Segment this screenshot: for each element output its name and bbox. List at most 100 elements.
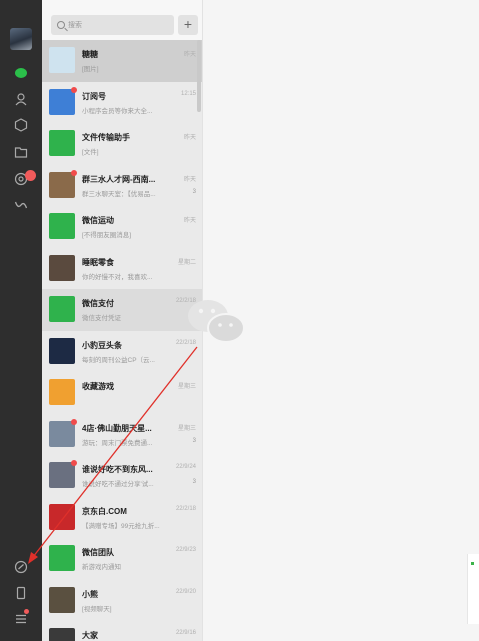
chat-time: 星期三 [177, 384, 196, 390]
chat-avatar [49, 254, 75, 281]
icon-rail [0, 0, 42, 641]
wechat-logo-icon [188, 300, 245, 343]
chat-name: 京东白.COM [82, 506, 127, 516]
chat-row[interactable]: 小豹豆头条 每刻的周刊公益CP（云... 22/2/18 [42, 331, 202, 373]
phone-icon[interactable] [14, 586, 28, 600]
scrollbar[interactable] [197, 40, 201, 112]
chat-time: 昨天 [183, 176, 196, 183]
chat-time: 22/9/23 [175, 547, 196, 553]
chat-time: 22/9/16 [175, 630, 196, 636]
chat-name: 大家 [82, 631, 98, 640]
chat-avatar [49, 628, 75, 641]
chat-avatar [49, 586, 75, 613]
chat-preview: [视频聊天] [82, 605, 112, 613]
chat-icon[interactable] [14, 66, 28, 80]
chat-time: 22/9/20 [175, 588, 196, 595]
chat-list-panel: 搜索 + 糖糖 [图片] 昨天 订阅号 小程序会员等你来大全... 12:15 文件传输助手… [42, 0, 202, 641]
chat-name: 微信团队 [82, 548, 114, 557]
search-input[interactable]: 搜索 [51, 15, 174, 35]
chat-time: 昨天 [183, 135, 196, 141]
chat-row[interactable]: 微信支付微信支付凭证22/2/183 [42, 289, 202, 331]
chat-row[interactable]: 微信团队新游戏内通知 22/9/23 [42, 538, 202, 580]
unread-dot [71, 460, 77, 466]
unread-dot [71, 169, 77, 176]
chat-row[interactable]: 糖糖 [图片] 昨天 [42, 40, 202, 82]
chat-preview: [不得朋友圈消息] [82, 232, 132, 239]
unread-dot [71, 86, 77, 93]
chat-avatar [49, 213, 75, 239]
chat-name: 谁说好吃不到东风... [82, 465, 153, 474]
chat-row[interactable]: 订阅号小程序会员等你来大全... 12:15 [42, 82, 202, 124]
chat-mention-count: 3 [192, 479, 196, 485]
chat-preview: 小程序会员等你来大全... [82, 107, 153, 115]
menu-icon[interactable] [14, 612, 28, 626]
chat-name: 糖糖 [82, 50, 98, 59]
chat-preview: 群三水聊天室：【优易品... [82, 190, 156, 198]
chat-avatar [49, 296, 75, 322]
chat-time: 昨天 [183, 52, 196, 58]
chat-name: 睡眠零食 [82, 257, 114, 267]
chat-time: 22/9/24 [175, 464, 196, 470]
chat-row[interactable]: 京东白.COM 【满赠专场】99元抢九折... 22/2/18 [42, 497, 202, 539]
chat-avatar [49, 337, 75, 364]
chat-row[interactable]: 群三水人才网-西南... 群三水聊天室：【优易品... 昨天 3 [42, 165, 202, 207]
favorites-icon[interactable] [14, 118, 28, 132]
chat-preview: 游玩：周末门票免费通... [82, 439, 153, 447]
search-icon [57, 21, 65, 29]
chat-name: 订阅号 [82, 91, 106, 101]
chat-preview: 每刻的周刊公益CP（云... [82, 356, 155, 364]
chat-name: 微信支付 [82, 299, 114, 308]
contacts-icon[interactable] [14, 92, 28, 106]
chat-avatar [49, 462, 75, 488]
chat-avatar [49, 545, 75, 571]
search-row: 搜索 + [42, 0, 202, 40]
folder-icon[interactable] [14, 145, 28, 159]
chat-name: 群三水人才网-西南... [82, 174, 156, 184]
chat-preview: 你的好慢不对，我喜欢... [82, 273, 153, 281]
chat-list: 糖糖 [图片] 昨天 订阅号 小程序会员等你来大全... 12:15 文件传输助手 [文件] 昨… [42, 40, 202, 641]
chat-preview: [文件] [82, 149, 99, 156]
chat-time: 22/2/18 [175, 505, 196, 512]
chat-name: 收藏游戏 [82, 382, 114, 391]
chat-preview: [图片] [82, 66, 99, 73]
chat-row[interactable]: 大家 22/9/16 [42, 621, 202, 641]
add-button[interactable]: + [178, 15, 198, 35]
search-placeholder: 搜索 [68, 22, 82, 29]
chat-name: 小熊 [82, 589, 98, 599]
chat-row[interactable]: 文件传输助手 [文件] 昨天 [42, 123, 202, 165]
chat-preview: 新游戏内通知 [82, 564, 121, 571]
side-popup [467, 554, 479, 624]
chat-row[interactable]: 睡眠零食你的好慢不对，我喜欢... 星期二 [42, 248, 202, 290]
chat-avatar [49, 171, 75, 198]
chat-time: 星期二 [177, 259, 196, 266]
avatar[interactable] [10, 28, 32, 50]
chat-avatar [49, 88, 75, 115]
chat-preview: 谁说好吃不通过分享'试... [82, 481, 154, 488]
chat-name: 小豹豆头条 [82, 340, 122, 350]
channels-icon[interactable] [14, 560, 28, 574]
chat-time: 星期三 [177, 425, 196, 432]
chat-row[interactable]: 4店·佛山勤朋天星... 游玩：周末门票免费通... 星期三 3 [42, 414, 202, 456]
chat-mention-count: 3 [192, 188, 196, 195]
unread-dot [71, 418, 77, 425]
chat-name: 4店·佛山勤朋天星... [82, 423, 152, 433]
chat-time: 12:15 [180, 90, 196, 97]
status-dot [471, 562, 474, 565]
mini-program-icon[interactable] [14, 198, 28, 212]
chat-avatar [49, 130, 75, 156]
chat-preview: 微信支付凭证 [82, 315, 121, 322]
chat-row[interactable]: 小熊 [视频聊天] 22/9/20 [42, 580, 202, 622]
chat-time: 昨天 [183, 218, 196, 224]
notification-badge [25, 170, 36, 181]
chat-avatar [49, 503, 75, 530]
chat-row[interactable]: 谁说好吃不到东风... 谁说好吃不通过分享'试... 22/9/24 3 [42, 455, 202, 497]
chat-name: 微信运动 [82, 216, 114, 225]
menu-badge [24, 609, 29, 614]
chat-mention-count: 3 [192, 437, 196, 444]
chat-name: 文件传输助手 [82, 133, 130, 142]
chat-row[interactable]: 微信运动 [不得朋友圈消息] 昨天 [42, 206, 202, 248]
chat-avatar [49, 47, 75, 73]
chat-row[interactable]: 收藏游戏 星期三 [42, 372, 202, 414]
chat-avatar [49, 420, 75, 447]
chat-avatar [49, 379, 75, 405]
